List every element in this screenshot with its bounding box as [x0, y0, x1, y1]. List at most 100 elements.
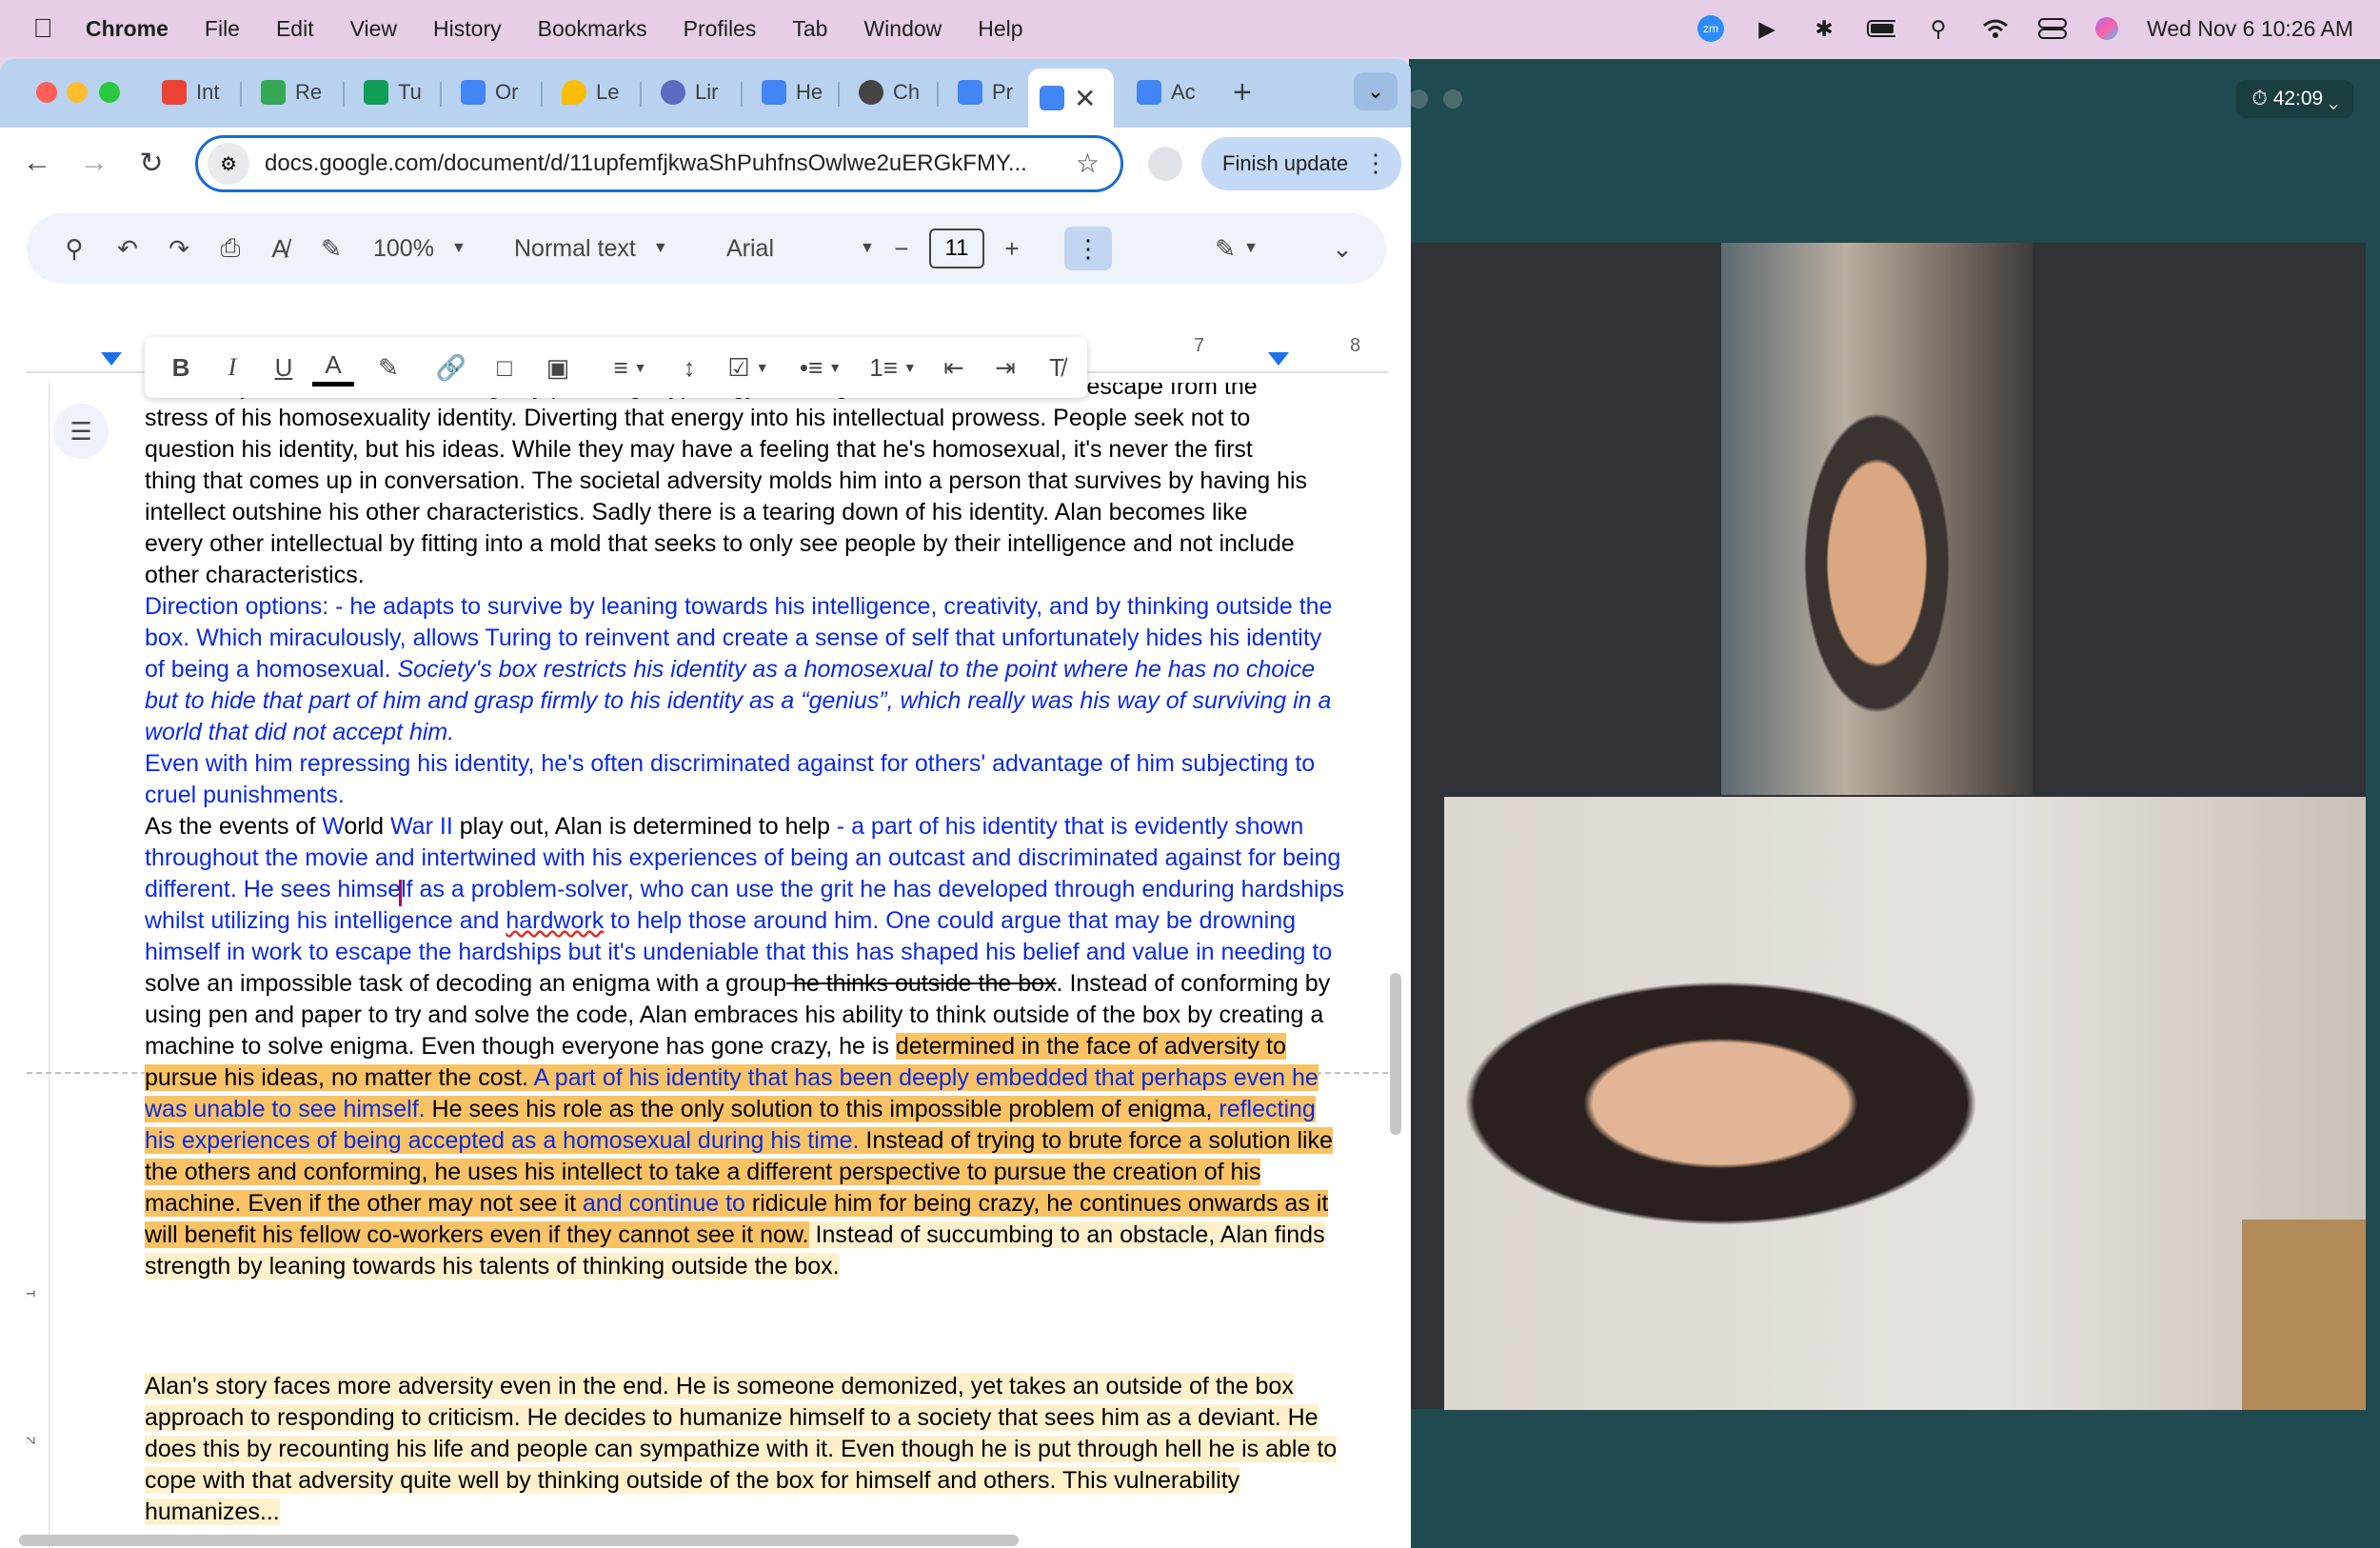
- spotlight-search-icon[interactable]: ⚲: [1924, 14, 1953, 43]
- bookmark-star-icon[interactable]: ☆: [1076, 148, 1100, 179]
- align-icon[interactable]: ≡ ▼: [602, 348, 659, 387]
- spelling-error-hardwork[interactable]: hardwork: [506, 907, 604, 934]
- battery-icon[interactable]: [1867, 14, 1896, 43]
- menu-view[interactable]: View: [350, 16, 397, 42]
- participant-video-2[interactable]: [1444, 797, 2366, 1410]
- editing-mode-icon[interactable]: ✎ ▼: [1203, 230, 1270, 267]
- menu-history[interactable]: History: [433, 16, 502, 42]
- more-options-button[interactable]: ⋮: [1064, 227, 1112, 270]
- right-indent-marker-icon[interactable]: [1268, 352, 1289, 369]
- paragraph-alans-story[interactable]: Alan's story faces more adversity even i…: [145, 1371, 1344, 1528]
- paragraph-world-war[interactable]: As the events of World War II play out, …: [145, 811, 1344, 1282]
- play-status-icon[interactable]: ▶: [1753, 14, 1781, 43]
- zoom-status-icon[interactable]: zm: [1697, 15, 1725, 42]
- tab-docs-2[interactable]: He: [750, 70, 834, 114]
- address-bar[interactable]: ⚙ docs.google.com/document/d/11upfemfjkw…: [195, 135, 1123, 192]
- bold-button[interactable]: B: [164, 348, 198, 387]
- numbered-list-icon[interactable]: 1≡ ▼: [864, 348, 922, 387]
- caret-down-icon: ▼: [860, 240, 875, 256]
- highlight-color-icon[interactable]: ✎: [369, 348, 407, 387]
- profile-avatar[interactable]: [1148, 147, 1182, 181]
- tab-maps[interactable]: Le: [550, 70, 630, 114]
- maximize-window-button[interactable]: [99, 82, 120, 103]
- add-comment-icon[interactable]: □: [486, 348, 524, 387]
- cardboard-box-image: [2242, 1220, 2366, 1410]
- left-indent-marker-icon[interactable]: [101, 352, 122, 369]
- increase-font-size-button[interactable]: +: [998, 230, 1026, 267]
- paragraph-style-select[interactable]: Normal text ▼: [514, 230, 668, 267]
- document-outline-icon[interactable]: ☰: [53, 404, 109, 459]
- insert-link-icon[interactable]: 🔗: [432, 348, 470, 387]
- apple-menu-icon[interactable]: : [0, 13, 86, 44]
- decrease-font-size-button[interactable]: −: [887, 230, 916, 267]
- finish-update-button[interactable]: Finish update ⋮: [1201, 137, 1401, 190]
- site-info-icon[interactable]: ⚙: [208, 143, 249, 185]
- reload-button[interactable]: ↻: [129, 141, 173, 185]
- paragraph-1[interactable]: constantly runs from those feelings by p…: [145, 383, 1344, 591]
- menu-app-name[interactable]: Chrome: [86, 16, 169, 42]
- docs-icon: [1040, 86, 1064, 110]
- tab-search-button[interactable]: ⌄: [1354, 72, 1398, 110]
- vertical-scrollbar[interactable]: [1390, 973, 1401, 1135]
- vruler-mark-1: 1: [27, 1290, 39, 1299]
- forward-button[interactable]: →: [72, 141, 116, 185]
- increase-indent-icon[interactable]: ⇥: [986, 348, 1024, 387]
- font-size-input[interactable]: 11: [929, 228, 984, 268]
- docs-icon: [461, 80, 486, 105]
- control-center-icon[interactable]: [2038, 14, 2068, 43]
- back-button[interactable]: ←: [15, 141, 59, 185]
- siri-icon[interactable]: [2095, 17, 2119, 40]
- paragraph-discriminated[interactable]: Even with him repressing his identity, h…: [145, 748, 1344, 811]
- undo-icon[interactable]: ↶: [109, 230, 147, 267]
- checklist-icon[interactable]: ☑ ▼: [720, 348, 777, 387]
- format-toolbar: B I U A ✎ 🔗 □ ▣ ≡ ▼ ↕ ☑ ▼ •≡ ▼ 1≡ ▼ ⇤ ⇥ T̸: [145, 337, 1087, 398]
- redo-icon[interactable]: ↷: [160, 230, 198, 267]
- tab-drive[interactable]: Re: [249, 70, 333, 114]
- underline-button[interactable]: U: [267, 348, 301, 387]
- tab-docs-active[interactable]: ✕: [1028, 69, 1114, 128]
- tab-sheets[interactable]: Tu: [352, 70, 433, 114]
- menu-file[interactable]: File: [205, 16, 240, 42]
- new-tab-button[interactable]: +: [1233, 74, 1252, 111]
- horizontal-scrollbar[interactable]: [19, 1535, 1019, 1546]
- menu-datetime[interactable]: Wed Nov 6 10:26 AM: [2147, 16, 2353, 42]
- tab-docs-3[interactable]: Pr: [946, 70, 1024, 114]
- tab-globe[interactable]: Lir: [649, 70, 729, 114]
- insert-image-icon[interactable]: ▣: [539, 348, 577, 387]
- bluetooth-icon[interactable]: ✱: [1810, 14, 1838, 43]
- participant-video-1[interactable]: [1721, 243, 2033, 795]
- zoom-select[interactable]: 100% ▼: [373, 230, 466, 267]
- tab-docs-1[interactable]: Or: [449, 70, 529, 114]
- font-family-select[interactable]: Arial ▼: [726, 230, 875, 267]
- url-text[interactable]: docs.google.com/document/d/11upfemfjkwaS…: [265, 150, 1064, 177]
- close-window-button[interactable]: [36, 82, 57, 103]
- tab-chatgpt[interactable]: Ch: [847, 70, 931, 114]
- document-page[interactable]: constantly runs from those feelings by p…: [59, 383, 1359, 1548]
- paragraph-direction-options[interactable]: Direction options: - he adapts to surviv…: [145, 591, 1344, 748]
- bulleted-list-icon[interactable]: •≡ ▼: [792, 348, 849, 387]
- italic-button[interactable]: I: [215, 348, 249, 387]
- line-spacing-icon[interactable]: ↕: [670, 348, 708, 387]
- decrease-indent-icon[interactable]: ⇤: [935, 348, 973, 387]
- print-icon[interactable]: ⎙: [211, 230, 249, 267]
- hide-menus-chevron-icon[interactable]: ⌄: [1323, 230, 1361, 267]
- tab-gmail[interactable]: Int: [150, 70, 230, 114]
- tab-docs-4[interactable]: Ac: [1125, 70, 1207, 114]
- wifi-icon[interactable]: [1981, 14, 2010, 43]
- menu-help[interactable]: Help: [978, 16, 1022, 42]
- spellcheck-icon[interactable]: A̸: [261, 230, 299, 267]
- maps-icon: [562, 80, 586, 105]
- paint-format-icon[interactable]: ✎: [312, 230, 350, 267]
- tab-strip: Int Re Tu Or Le Lir He Ch Pr ✕ Ac + ⌄: [0, 59, 1411, 128]
- menu-tab[interactable]: Tab: [792, 16, 827, 42]
- menu-profiles[interactable]: Profiles: [684, 16, 757, 42]
- clear-formatting-icon[interactable]: T̸: [1038, 348, 1076, 387]
- menu-bookmarks[interactable]: Bookmarks: [538, 16, 647, 42]
- search-menus-icon[interactable]: ⚲: [55, 230, 93, 267]
- menu-window[interactable]: Window: [863, 16, 942, 42]
- minimize-window-button[interactable]: [67, 82, 88, 103]
- meeting-timer[interactable]: ⏱ 42:09 ⌄: [2236, 80, 2353, 118]
- tab-close-icon[interactable]: ✕: [1074, 83, 1096, 114]
- text-color-button[interactable]: A: [312, 348, 354, 387]
- menu-edit[interactable]: Edit: [276, 16, 314, 42]
